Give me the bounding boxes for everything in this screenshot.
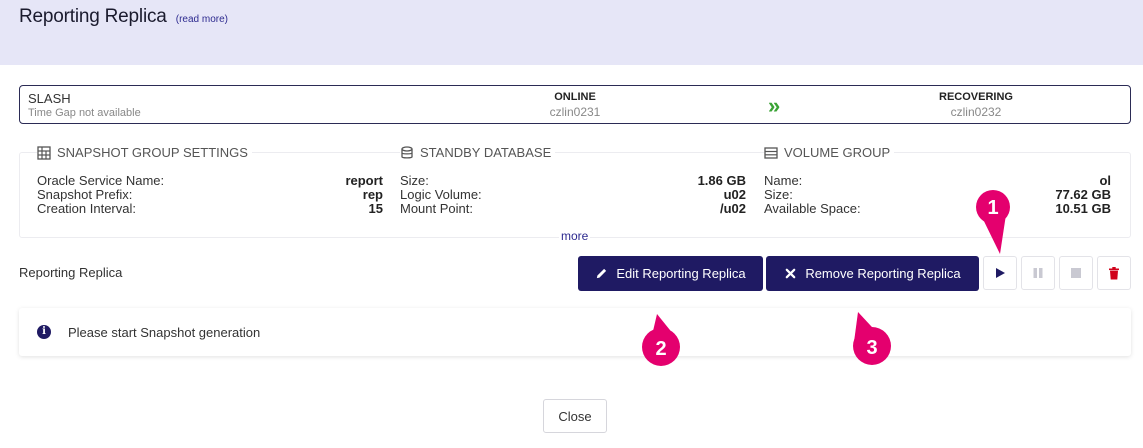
- standby-database-heading: STANDBY DATABASE: [400, 145, 556, 160]
- settings-panel: SNAPSHOT GROUP SETTINGS Oracle Service N…: [19, 145, 1131, 239]
- page-title: Reporting Replica (read more): [19, 6, 228, 28]
- stop-icon: [1071, 268, 1081, 278]
- stop-button[interactable]: [1059, 256, 1093, 290]
- callout-marker-2: 2: [642, 314, 680, 366]
- remove-reporting-replica-button[interactable]: Remove Reporting Replica: [766, 256, 979, 291]
- delete-button[interactable]: [1097, 256, 1131, 290]
- row-label: Mount Point:: [400, 201, 473, 216]
- info-message-box: i Please start Snapshot generation: [19, 308, 1131, 356]
- edit-reporting-replica-button[interactable]: Edit Reporting Replica: [578, 256, 763, 291]
- row-label: Creation Interval:: [37, 201, 136, 216]
- read-more-link[interactable]: (read more): [176, 14, 228, 25]
- row-value: ol: [1099, 173, 1111, 188]
- callout-number-2: 2: [655, 338, 666, 360]
- time-gap: Time Gap not available: [28, 107, 141, 119]
- trash-icon: [1109, 266, 1119, 279]
- pause-button[interactable]: [1021, 256, 1055, 290]
- callout-marker-1: 1: [976, 190, 1010, 254]
- volume-group-heading: VOLUME GROUP: [764, 145, 895, 160]
- play-icon: [996, 268, 1005, 278]
- pencil-icon: [597, 268, 607, 279]
- edit-button-label: Edit Reporting Replica: [616, 266, 746, 281]
- callout-marker-3: 3: [853, 312, 891, 365]
- double-chevron-right-icon: »: [768, 93, 781, 118]
- standby-database-heading-text: STANDBY DATABASE: [420, 145, 552, 160]
- row-value: 15: [368, 201, 383, 216]
- start-button[interactable]: [983, 256, 1017, 290]
- row-value: /u02: [719, 201, 746, 216]
- source-host: czlin0231: [549, 105, 601, 119]
- database-icon: [401, 145, 413, 159]
- row-value: u02: [723, 187, 746, 202]
- list-box-icon: [764, 146, 778, 159]
- row-value: 1.86 GB: [697, 173, 746, 188]
- pause-icon: [1033, 268, 1043, 278]
- source-state: ONLINE: [554, 91, 596, 103]
- source-name: SLASH: [28, 91, 71, 106]
- snapshot-group-heading: SNAPSHOT GROUP SETTINGS: [37, 145, 252, 160]
- callout-number-1: 1: [987, 197, 998, 219]
- volume-group-heading-text: VOLUME GROUP: [784, 145, 891, 160]
- target-state: RECOVERING: [939, 91, 1013, 103]
- remove-button-label: Remove Reporting Replica: [805, 266, 961, 281]
- row-label: Snapshot Prefix:: [37, 187, 133, 202]
- volume-group: VOLUME GROUP Name: ol Size: 77.62 GB Avail…: [764, 145, 1111, 239]
- table-grid-icon: [37, 145, 51, 160]
- row-label: Logic Volume:: [400, 187, 482, 202]
- row-value: 10.51 GB: [1055, 201, 1111, 216]
- row-label: Oracle Service Name:: [37, 173, 165, 188]
- more-link[interactable]: more: [559, 229, 591, 243]
- row-label: Available Space:: [764, 201, 861, 216]
- snapshot-group-heading-text: SNAPSHOT GROUP SETTINGS: [57, 145, 248, 160]
- target-host: czlin0232: [950, 105, 1002, 119]
- snapshot-group-settings: SNAPSHOT GROUP SETTINGS Oracle Service N…: [37, 145, 383, 239]
- page-title-text: Reporting Replica: [19, 6, 167, 27]
- row-label: Name:: [764, 173, 803, 188]
- row-label: Size:: [400, 173, 429, 188]
- replication-status-bar: SLASH Time Gap not available ONLINE czli…: [19, 85, 1131, 124]
- close-button[interactable]: Close: [543, 399, 607, 433]
- row-value: report: [345, 173, 383, 188]
- page-header: Reporting Replica (read more): [0, 0, 1143, 65]
- row-label: Size:: [764, 187, 793, 202]
- row-value: 77.62 GB: [1055, 187, 1111, 202]
- standby-database: STANDBY DATABASE Size: 1.86 GB Logic Volu…: [400, 145, 746, 239]
- callout-number-3: 3: [866, 337, 877, 359]
- info-icon: i: [37, 325, 51, 339]
- close-icon: [785, 268, 796, 279]
- row-value: rep: [362, 187, 383, 202]
- info-message: Please start Snapshot generation: [68, 325, 261, 340]
- reporting-replica-label: Reporting Replica: [19, 265, 123, 280]
